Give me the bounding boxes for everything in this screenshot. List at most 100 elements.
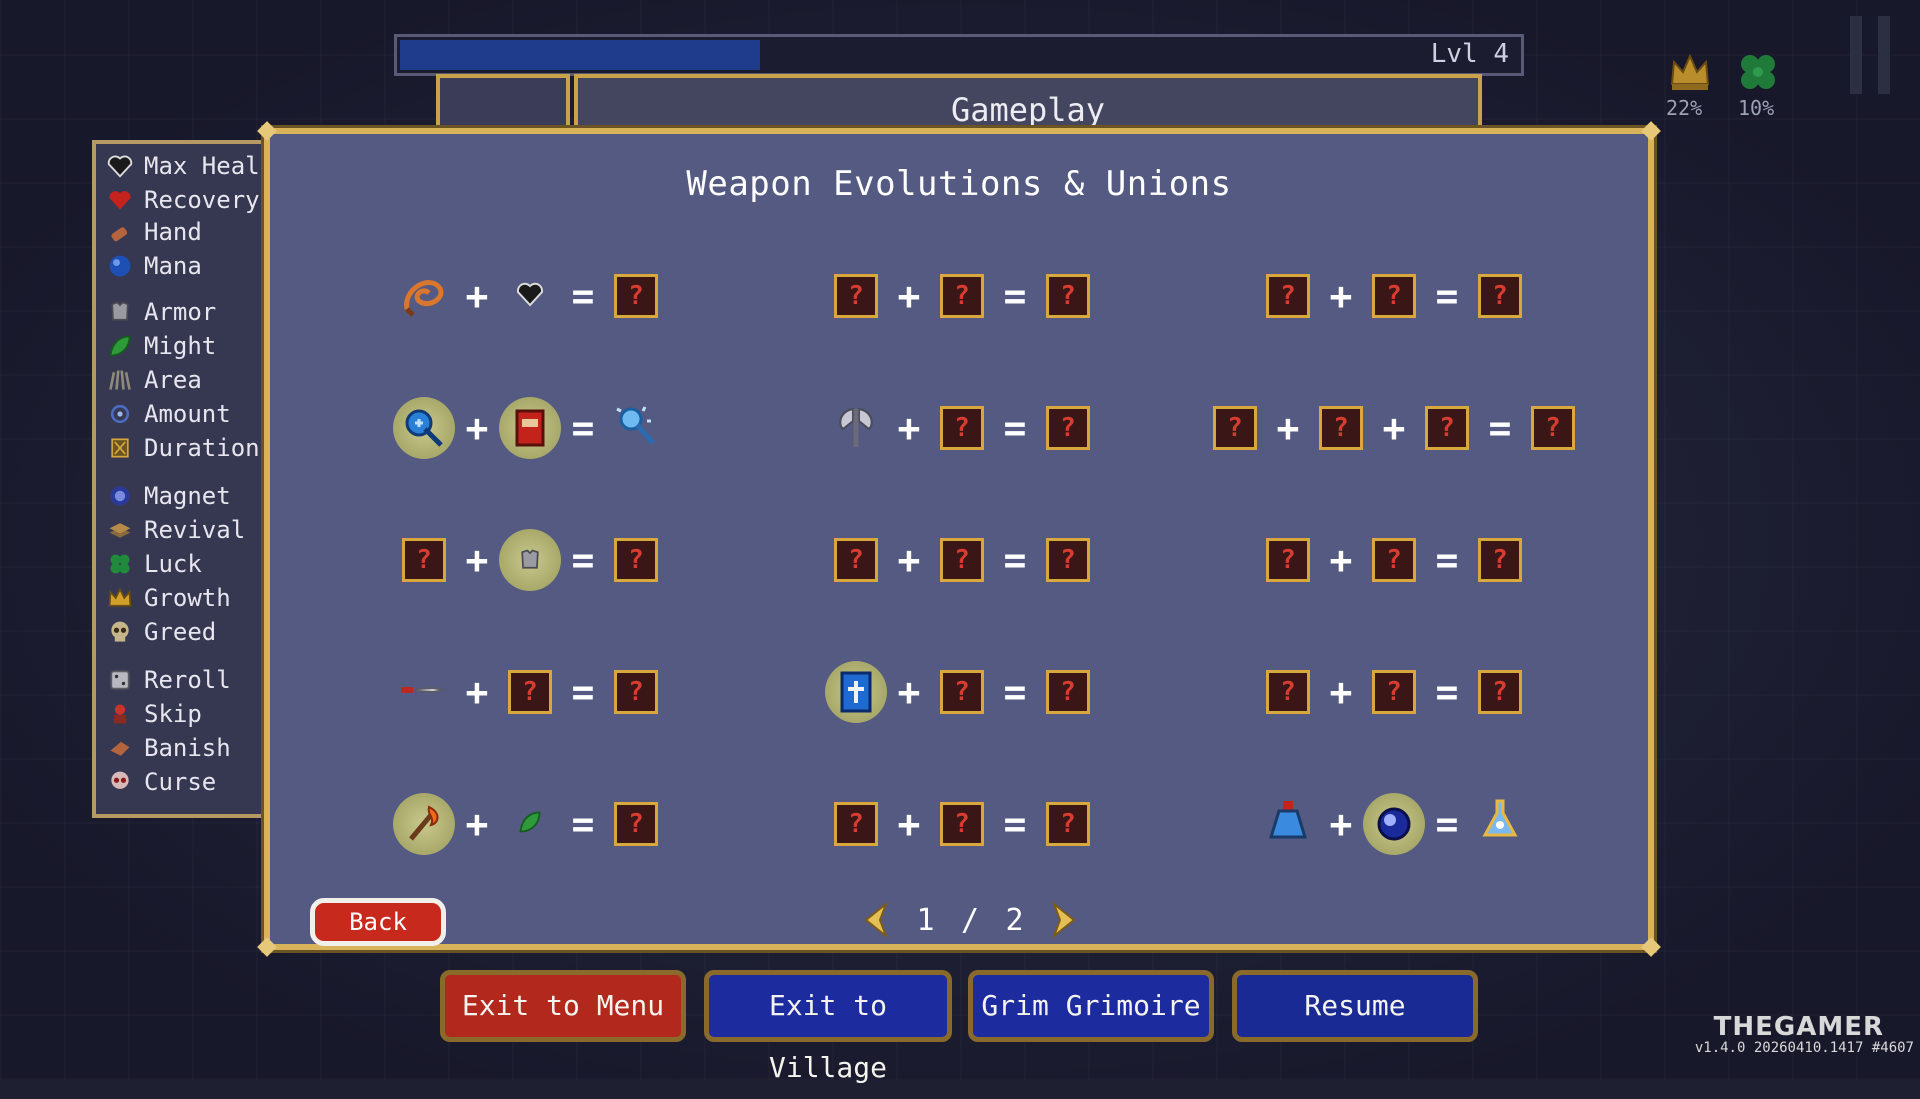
unknown-item-slot[interactable]: ? [1308, 395, 1374, 461]
king-bible-slot[interactable] [823, 659, 889, 725]
stat-label: Amount [144, 400, 231, 428]
unknown-item-slot[interactable]: ? [497, 659, 563, 725]
plus-sign: + [1329, 802, 1353, 846]
unknown-item-slot[interactable]: ? [823, 791, 889, 857]
question-mark-icon: ? [1046, 670, 1090, 714]
curse-skull-icon [106, 768, 134, 796]
unknown-item-slot[interactable]: ? [929, 527, 995, 593]
clover-icon [106, 550, 134, 578]
holy-wand-slot[interactable] [603, 395, 669, 461]
plus-sign: + [1329, 538, 1353, 582]
unknown-item-slot[interactable]: ? [929, 263, 995, 329]
unknown-item-slot[interactable]: ? [1035, 791, 1101, 857]
equals-sign: = [1003, 274, 1027, 318]
recipe-5: +? =? [823, 395, 1101, 461]
stat-label: Armor [144, 298, 217, 326]
potion-slot[interactable] [1255, 791, 1321, 857]
stat-label: Growth [144, 584, 231, 612]
whip-slot[interactable] [391, 263, 457, 329]
unknown-item-slot[interactable]: ? [603, 791, 669, 857]
exit-to-menu-button[interactable]: Exit to Menu [440, 970, 686, 1042]
unknown-item-slot[interactable]: ? [603, 527, 669, 593]
leaf-slot[interactable] [497, 791, 563, 857]
unknown-item-slot[interactable]: ? [823, 263, 889, 329]
recipe-14: ? +? =? [823, 791, 1101, 857]
unknown-item-slot[interactable]: ? [1255, 527, 1321, 593]
question-mark-icon: ? [1046, 274, 1090, 318]
unknown-item-slot[interactable]: ? [1361, 527, 1427, 593]
equals-sign: = [1435, 274, 1459, 318]
unknown-item-slot[interactable]: ? [1467, 527, 1533, 593]
magnet-orb-icon [1363, 793, 1425, 855]
tab-gameplay[interactable]: Gameplay [574, 74, 1482, 134]
unknown-item-slot[interactable]: ? [1035, 527, 1101, 593]
magic-wand-slot[interactable] [391, 395, 457, 461]
stat-row-curse: Curse [106, 766, 216, 798]
unknown-item-slot[interactable]: ? [1520, 395, 1586, 461]
grim-grimoire-button[interactable]: Grim Grimoire [968, 970, 1214, 1042]
leaf-icon [517, 809, 543, 839]
unknown-item-slot[interactable]: ? [1414, 395, 1480, 461]
tab-character[interactable] [436, 74, 570, 134]
unknown-item-slot[interactable]: ? [929, 791, 995, 857]
stat-row-mana: Mana [106, 250, 202, 282]
stat-row-max-healt: Max Healt [106, 150, 270, 182]
prev-page-arrow-icon[interactable] [860, 900, 890, 940]
plus-sign: + [897, 406, 921, 450]
axe-icon [831, 401, 881, 455]
page-total: 2 [1005, 902, 1024, 938]
heart-slot[interactable] [497, 263, 563, 329]
unknown-item-slot[interactable]: ? [823, 527, 889, 593]
question-mark-icon: ? [614, 802, 658, 846]
unknown-item-slot[interactable]: ? [1035, 395, 1101, 461]
question-mark-icon: ? [1046, 406, 1090, 450]
question-mark-icon: ? [1266, 670, 1310, 714]
stat-label: Area [144, 366, 202, 394]
unknown-item-slot[interactable]: ? [929, 395, 995, 461]
tome-slot[interactable] [497, 395, 563, 461]
question-mark-icon: ? [940, 274, 984, 318]
plus-sign: + [465, 406, 489, 450]
plus-sign: + [1329, 670, 1353, 714]
unknown-item-slot[interactable]: ? [1202, 395, 1268, 461]
unknown-item-slot[interactable]: ? [603, 659, 669, 725]
axe-slot[interactable] [823, 395, 889, 461]
stat-row-duration: Duration [106, 432, 260, 464]
stat-row-greed: Greed [106, 616, 216, 648]
stat-row-growth: Growth [106, 582, 231, 614]
unknown-item-slot[interactable]: ? [1035, 263, 1101, 329]
equals-sign: = [571, 274, 595, 318]
stat-row-armor: Armor [106, 296, 216, 328]
pause-bar-right[interactable] [1878, 16, 1890, 94]
pause-bar-left[interactable] [1850, 16, 1862, 94]
exit-to-village-button[interactable]: Exit to Village [704, 970, 952, 1084]
question-mark-icon: ? [614, 538, 658, 582]
armor-slot[interactable] [497, 527, 563, 593]
unknown-item-slot[interactable]: ? [1467, 659, 1533, 725]
knife-slot[interactable] [391, 659, 457, 725]
stat-label: Curse [144, 768, 217, 796]
magnet-orb-slot[interactable] [1361, 791, 1427, 857]
unknown-item-slot[interactable]: ? [1035, 659, 1101, 725]
fire-wand-slot[interactable] [391, 791, 457, 857]
question-mark-icon: ? [940, 802, 984, 846]
equals-sign: = [571, 406, 595, 450]
unknown-item-slot[interactable]: ? [391, 527, 457, 593]
recipe-2: ? +? =? [823, 263, 1101, 329]
unknown-item-slot[interactable]: ? [1467, 263, 1533, 329]
unknown-item-slot[interactable]: ? [603, 263, 669, 329]
resume-button[interactable]: Resume [1232, 970, 1478, 1042]
unknown-item-slot[interactable]: ? [1255, 659, 1321, 725]
unknown-item-slot[interactable]: ? [1255, 263, 1321, 329]
next-page-arrow-icon[interactable] [1050, 900, 1080, 940]
plus-sign: + [1329, 274, 1353, 318]
back-button[interactable]: Back [310, 898, 446, 946]
unknown-item-slot[interactable]: ? [1361, 263, 1427, 329]
unknown-item-slot[interactable]: ? [929, 659, 995, 725]
stat-label: Mana [144, 252, 202, 280]
unknown-item-slot[interactable]: ? [1361, 659, 1427, 725]
evolved-potion-slot[interactable] [1467, 791, 1533, 857]
question-mark-icon: ? [1478, 274, 1522, 318]
recipe-8: ? +? =? [823, 527, 1101, 593]
stat-label: Max Healt [144, 152, 270, 180]
